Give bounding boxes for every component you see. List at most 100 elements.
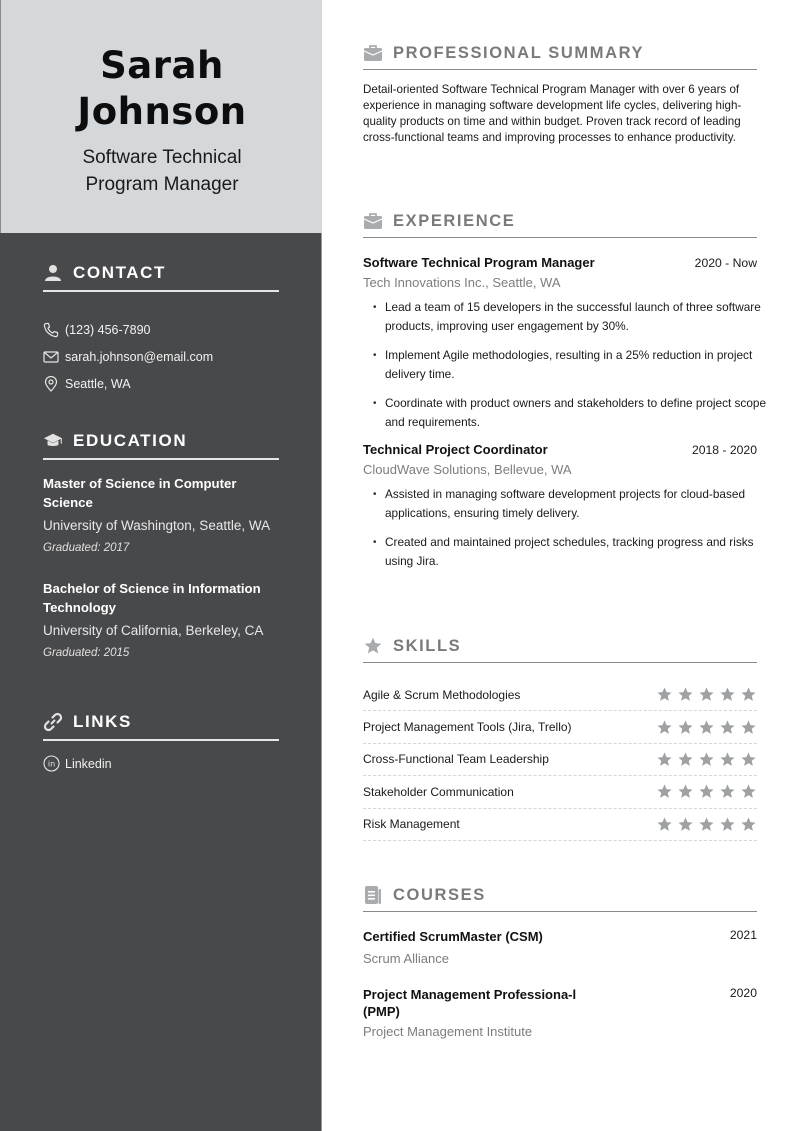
links-heading: LINKS [43, 711, 279, 741]
skill-name: Project Management Tools (Jira, Trello) [363, 720, 572, 735]
course-title: Project Management Professiona-l (PMP) [363, 987, 577, 1019]
document-icon [363, 885, 383, 905]
skill-name: Agile & Scrum Methodologies [363, 687, 521, 702]
links-heading-text: LINKS [73, 712, 132, 731]
sidebar: Sarah Johnson Software Technical Program… [0, 0, 322, 1131]
star-filled-icon [699, 719, 714, 734]
star-filled-icon [678, 687, 693, 702]
course-year: 2021 [729, 928, 757, 942]
summary-section: PROFESSIONAL SUMMARY Detail-oriented Sof… [363, 37, 757, 146]
contact-list: (123) 456-7890 sarah.johnson@email.com S… [43, 316, 279, 397]
star-icon [363, 636, 383, 656]
education-heading: EDUCATION [43, 430, 279, 460]
location-pin-icon [43, 375, 59, 392]
job-bullets: Assisted in managing software developmen… [363, 485, 757, 571]
skills-section: SKILLS Agile & Scrum Methodologies Proje… [363, 630, 757, 841]
briefcase-icon [363, 43, 383, 63]
links-section: LINKS in Linkedin [43, 711, 279, 772]
skill-rating [656, 783, 757, 800]
star-filled-icon [678, 817, 693, 831]
skill-rating [656, 719, 757, 736]
linkedin-icon: in [43, 755, 60, 772]
course-header: Certified ScrumMaster (CSM) 2021 [363, 928, 757, 945]
email-text: sarah.johnson@email.com [65, 349, 214, 364]
star-filled-icon [657, 752, 672, 766]
name-last: Johnson [77, 90, 247, 133]
job-title: Technical Project Coordinator [363, 442, 548, 457]
job-bullet: Created and maintained project schedules… [373, 533, 773, 571]
star-filled-icon [720, 719, 735, 734]
contact-phone[interactable]: (123) 456-7890 [43, 316, 279, 343]
course-org: Project Management Institute [363, 1024, 533, 1039]
summary-heading: PROFESSIONAL SUMMARY [363, 37, 757, 70]
star-filled-icon [657, 687, 672, 702]
email-icon [43, 349, 59, 365]
star-filled-icon [720, 752, 735, 766]
job-entry: Software Technical Program Manager 2020 … [363, 255, 766, 432]
name-first: Sarah [100, 44, 224, 87]
edu-school: University of California, Berkeley, CA [43, 623, 264, 638]
course-title: Certified ScrumMaster (CSM) [363, 929, 543, 944]
phone-text: (123) 456-7890 [65, 322, 151, 337]
briefcase-icon [363, 211, 383, 231]
star-filled-icon [720, 784, 735, 799]
education-heading-text: EDUCATION [73, 431, 188, 450]
job-bullet: Coordinate with product owners and stake… [373, 394, 773, 432]
star-filled-icon [741, 784, 756, 799]
course-year: 2020 [729, 986, 757, 1000]
phone-icon [43, 322, 59, 338]
education-section: EDUCATION Master of Science in Computer … [43, 430, 279, 662]
courses-heading-text: COURSES [393, 885, 486, 904]
skill-name: Risk Management [363, 817, 460, 832]
star-filled-icon [657, 784, 672, 799]
edu-graduated: Graduated: 2015 [43, 647, 130, 659]
user-icon [43, 263, 63, 283]
courses-heading: COURSES [363, 879, 757, 912]
star-filled-icon [699, 752, 714, 766]
star-filled-icon [720, 817, 735, 831]
star-filled-icon [699, 817, 714, 831]
skill-row: Project Management Tools (Jira, Trello) [363, 711, 757, 744]
job-entry: Technical Project Coordinator 2018 - 202… [363, 442, 757, 571]
edu-school: University of Washington, Seattle, WA [43, 518, 271, 533]
experience-heading: EXPERIENCE [363, 205, 757, 238]
contact-heading-text: CONTACT [73, 263, 167, 282]
svg-text:in: in [48, 760, 55, 769]
linkedin-link[interactable]: in Linkedin [43, 755, 279, 772]
skill-rating [656, 686, 757, 703]
role-line-1: Software Technical [82, 147, 242, 168]
skill-row: Risk Management [363, 809, 757, 841]
star-filled-icon [699, 784, 714, 799]
summary-heading-text: PROFESSIONAL SUMMARY [393, 43, 645, 62]
job-bullet: Assisted in managing software developmen… [373, 485, 773, 523]
job-company: Tech Innovations Inc., Seattle, WA [363, 275, 561, 290]
course-entry: Certified ScrumMaster (CSM) 2021 Scrum A… [363, 928, 757, 966]
edu-degree: Bachelor of Science in Information Techn… [43, 581, 261, 615]
name-header: Sarah Johnson Software Technical Program… [0, 0, 322, 233]
skill-name: Cross-Functional Team Leadership [363, 752, 549, 767]
candidate-role: Software Technical Program Manager [1, 144, 323, 198]
star-filled-icon [741, 687, 756, 702]
star-filled-icon [678, 719, 693, 734]
contact-location: Seattle, WA [43, 370, 279, 397]
experience-section: EXPERIENCE Software Technical Program Ma… [363, 205, 766, 581]
job-bullet: Lead a team of 15 developers in the succ… [373, 298, 773, 336]
job-dates: 2018 - 2020 [691, 443, 757, 457]
job-header: Software Technical Program Manager 2020 … [363, 255, 757, 270]
summary-text: Detail-oriented Software Technical Progr… [363, 83, 742, 144]
resume-page: Sarah Johnson Software Technical Program… [0, 0, 800, 1131]
star-filled-icon [699, 687, 714, 702]
skills-list: Agile & Scrum Methodologies Project Mana… [363, 679, 757, 841]
linkedin-text: Linkedin [65, 756, 112, 771]
star-filled-icon [657, 817, 672, 831]
skill-rating [656, 816, 757, 833]
edu-graduated: Graduated: 2017 [43, 542, 130, 554]
contact-email[interactable]: sarah.johnson@email.com [43, 343, 279, 370]
skill-row: Agile & Scrum Methodologies [363, 679, 757, 712]
education-item: Bachelor of Science in Information Techn… [43, 579, 279, 662]
job-company: CloudWave Solutions, Bellevue, WA [363, 462, 572, 477]
link-icon [43, 712, 63, 732]
course-header: Project Management Professiona-l (PMP) 2… [363, 986, 757, 1020]
skill-row: Cross-Functional Team Leadership [363, 744, 757, 777]
candidate-name: Sarah Johnson [1, 43, 323, 135]
